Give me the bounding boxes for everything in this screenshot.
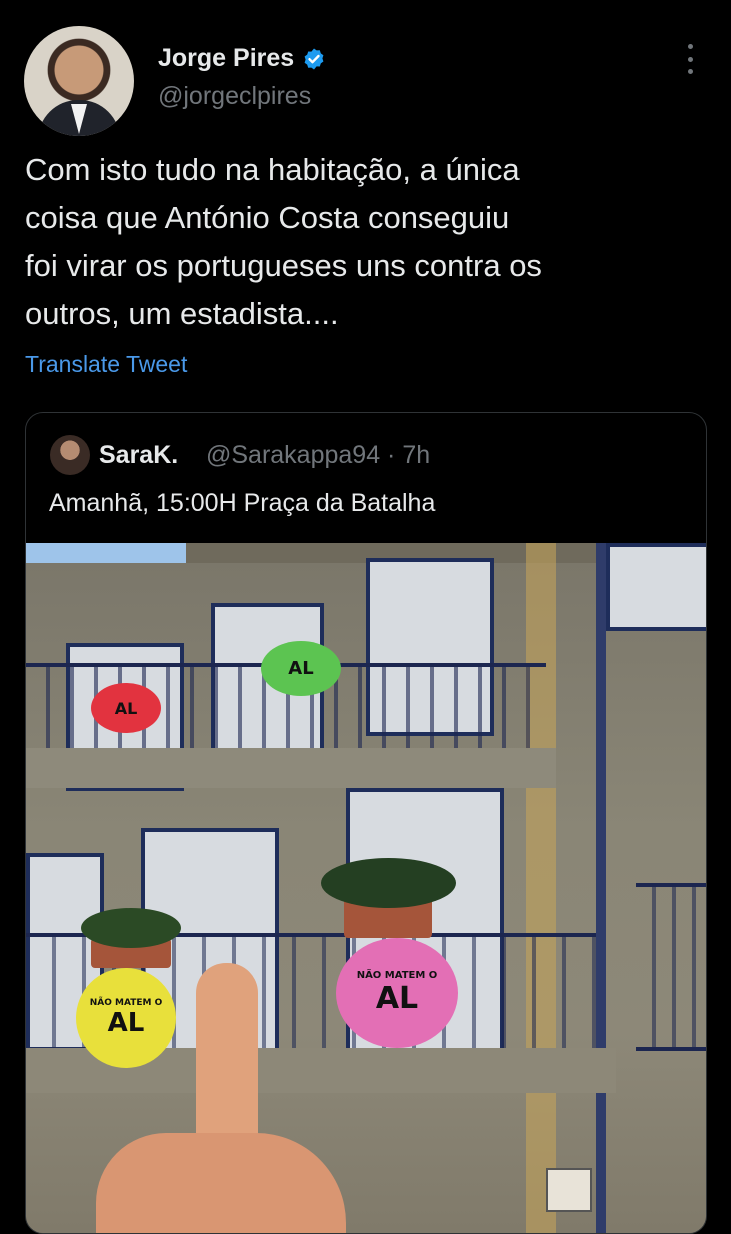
sticker-caption: NÃO MATEM O [89,998,163,1008]
quote-text: Amanhã, 15:00H Praça da Batalha [49,489,436,517]
side-balcony-railing [636,883,706,1051]
quote-author-name[interactable]: SaraK. [99,441,178,470]
quote-avatar[interactable] [50,435,90,475]
author-name[interactable]: Jorge Pires [158,44,294,73]
sticker-text: AL [107,1008,145,1038]
yellow-wall-strip [526,543,556,1233]
sticker-red: AL [91,683,161,733]
sticker-text: AL [114,698,138,718]
author-name-row: Jorge Pires [158,44,326,73]
sticker-yellow: NÃO MATEM O AL [76,968,176,1068]
verified-badge-icon [304,48,324,69]
more-options-icon[interactable] [680,44,700,74]
plant [81,908,181,948]
tweet-text: Com isto tudo na habitação, a única cois… [25,152,542,331]
plant [321,858,456,908]
author-avatar[interactable] [24,26,134,136]
drainpipe [596,543,606,1233]
upper-balcony-ledge [26,748,556,788]
door-plate [546,1168,592,1212]
quoted-tweet[interactable]: SaraK. @Sarakappa94 · 7h Amanhã, 15:00H … [25,412,707,1234]
quote-photo[interactable]: AL AL NÃO MATEM O AL NÃO MATEM O AL [26,543,706,1233]
sticker-caption: NÃO MATEM O [356,970,438,981]
sticker-text: AL [375,981,419,1016]
sticker-pink: NÃO MATEM O AL [336,938,458,1048]
sticker-green: AL [261,641,341,696]
translate-tweet-link[interactable]: Translate Tweet [25,351,187,378]
sticker-text: AL [288,658,314,679]
window [606,543,706,631]
author-handle[interactable]: @jorgeclpires [158,82,311,111]
quote-author-handle[interactable]: @Sarakappa94 · 7h [206,441,430,470]
